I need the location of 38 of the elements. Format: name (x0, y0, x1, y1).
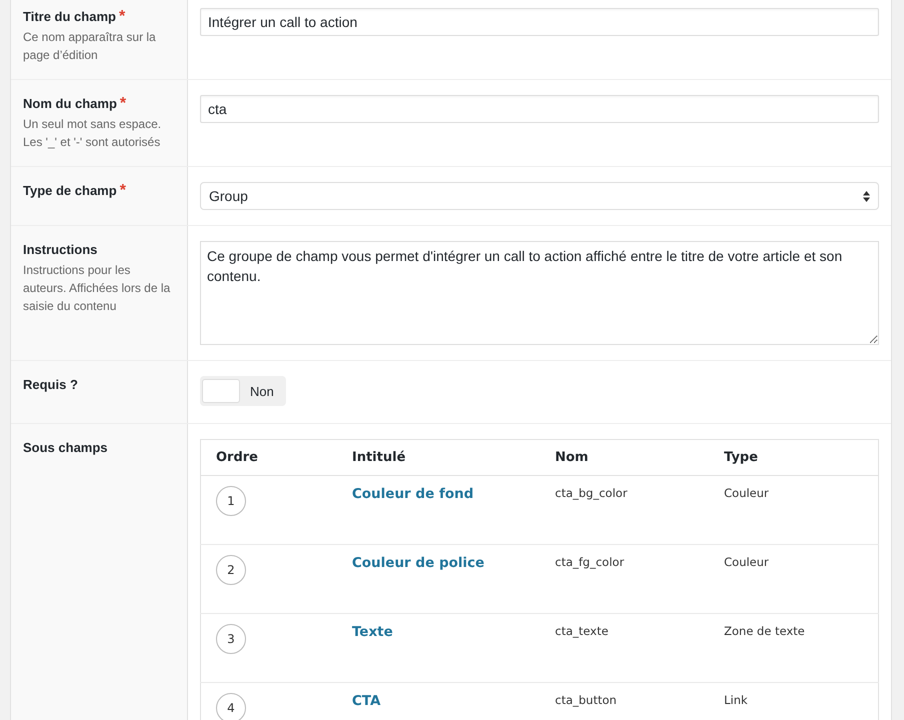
subfield-name: cta_texte (555, 623, 608, 638)
subfield-name: cta_bg_color (555, 485, 628, 500)
order-number[interactable]: 1 (216, 486, 246, 516)
field-description: Un seul mot sans espace. Les '_' et '-' sont autorisés (23, 116, 162, 151)
field-label: Type de champ (23, 182, 117, 200)
instructions-field[interactable]: Ce groupe de champ vous permet d'intégrer un call to action affiché entre le titre de votre article et son contenu. (200, 241, 879, 345)
subfield-type: Couleur (724, 485, 769, 500)
subfield-type: Zone de texte (724, 623, 805, 638)
subfield-link[interactable]: CTA (352, 692, 381, 709)
field-description: Ce nom apparaîtra sur la page d’édition (23, 29, 157, 64)
field-label: Nom du champ (23, 95, 117, 113)
order-number[interactable]: 2 (216, 555, 246, 585)
required-mark: * (118, 8, 126, 26)
required-mark: * (120, 95, 126, 113)
subfield-link[interactable]: Texte (352, 623, 393, 640)
field-type-select[interactable]: Group (200, 182, 879, 210)
field-label: Requis ? (23, 376, 78, 394)
up-down-arrows-icon (863, 190, 870, 202)
column-header: Ordre (200, 440, 337, 476)
column-header: Type (709, 440, 878, 476)
subfield-type: Link (724, 692, 748, 707)
text-field[interactable]: Intégrer un call to action (200, 8, 879, 36)
subfield-link[interactable]: Couleur de police (352, 554, 484, 571)
subfield-name: cta_fg_color (555, 554, 624, 569)
field-label: Instructions (23, 241, 98, 259)
order-number[interactable]: 3 (216, 624, 246, 654)
field-label: Titre du champ (23, 8, 116, 26)
subfield-type: Couleur (724, 554, 769, 569)
text-field[interactable]: cta (200, 95, 879, 123)
subfield-link[interactable]: Couleur de fond (352, 485, 474, 502)
subfield-name: cta_button (555, 692, 617, 707)
column-header: Nom (540, 440, 709, 476)
required-mark: * (120, 182, 126, 200)
column-header: Intitulé (337, 440, 540, 476)
field-label: Sous champs (23, 439, 108, 457)
required-toggle[interactable]: Non (200, 376, 286, 406)
field-description: Instructions pour les auteurs. Affichées lors de la saisie du contenu (23, 262, 172, 315)
order-number[interactable]: 4 (216, 693, 246, 720)
